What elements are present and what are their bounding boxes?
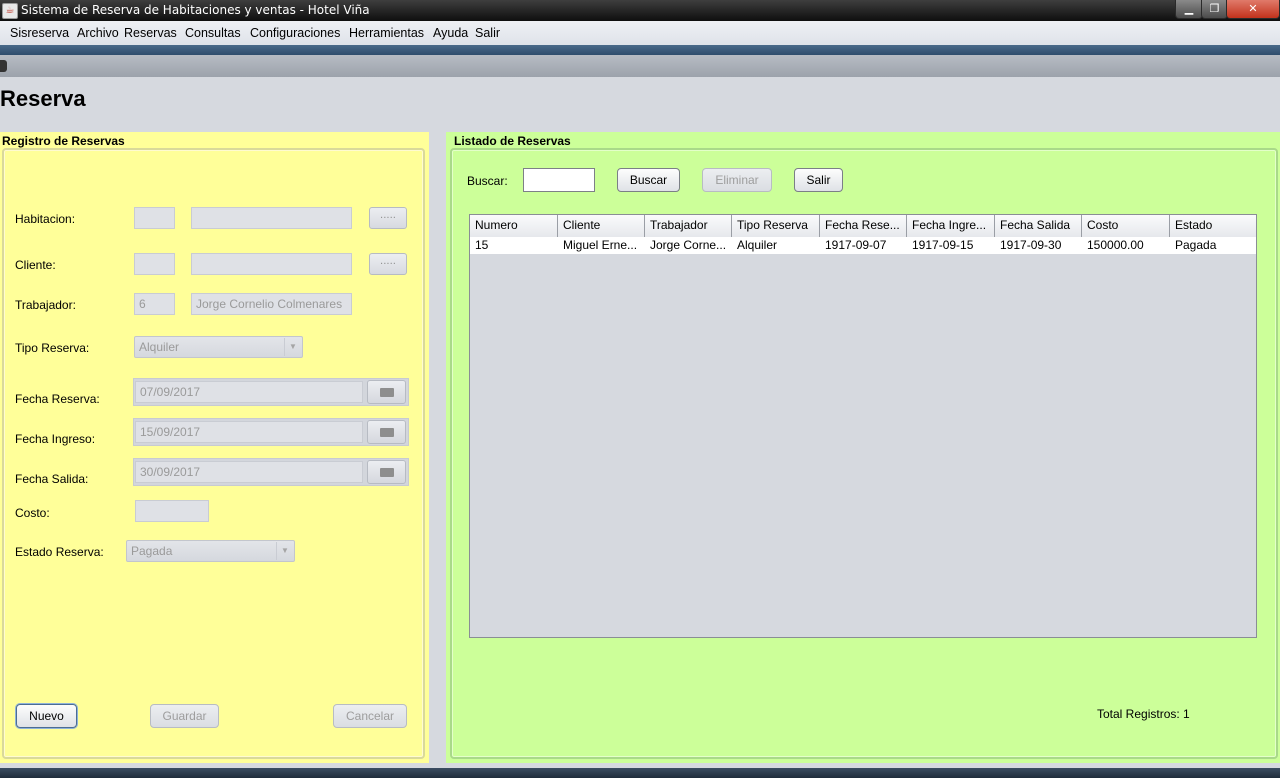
fecha-reserva-calendar-button[interactable] [367,380,406,404]
table-row[interactable]: 15 Miguel Erne... Jorge Corne... Alquile… [470,237,1256,254]
close-button[interactable]: ✕ [1226,0,1280,19]
column-trabajador[interactable]: Trabajador [645,215,732,237]
cell-costo: 150000.00 [1087,238,1144,252]
menu-archivo[interactable]: Archivo [77,26,119,40]
estado-reserva-label: Estado Reserva: [15,545,104,559]
fecha-ingreso-calendar-button[interactable] [367,420,406,444]
fecha-salida-picker: 30/09/2017 [133,458,409,486]
cell-fecha-salida: 1917-09-30 [1000,238,1062,252]
costo-field[interactable] [135,500,209,522]
calendar-icon [380,388,394,397]
cliente-desc-field[interactable] [191,253,352,275]
estado-reserva-select[interactable]: Pagada ▼ [126,540,295,562]
internal-frame-titlebar [0,55,1280,77]
column-cliente[interactable]: Cliente [558,215,645,237]
desktop-strip [0,45,1280,55]
column-numero[interactable]: Numero [470,215,558,237]
buscar-button[interactable]: Buscar [617,168,680,192]
fecha-reserva-input[interactable]: 07/09/2017 [135,381,363,403]
cell-fecha-ingreso: 1917-09-15 [912,238,974,252]
estado-reserva-value: Pagada [131,544,173,558]
fecha-reserva-picker: 07/09/2017 [133,378,409,406]
habitacion-id-field[interactable] [134,207,175,229]
eliminar-button[interactable]: Eliminar [702,168,772,192]
chevron-down-icon: ▼ [284,338,301,356]
cliente-label: Cliente: [15,258,56,272]
column-tipo-reserva[interactable]: Tipo Reserva [732,215,820,237]
menu-reservas[interactable]: Reservas [124,26,177,40]
trabajador-id-field[interactable]: 6 [134,293,175,315]
title-bar: ☕ Sistema de Reserva de Habitaciones y v… [0,0,1280,21]
tipo-reserva-label: Tipo Reserva: [15,341,90,355]
cell-fecha-reserva: 1917-09-07 [825,238,887,252]
guardar-button[interactable]: Guardar [150,704,219,728]
java-app-icon: ☕ [2,3,18,19]
nuevo-button[interactable]: Nuevo [16,704,77,728]
minimize-button[interactable]: ▁ [1175,0,1203,19]
menu-sisreserva[interactable]: Sisreserva [10,26,69,40]
fecha-salida-label: Fecha Salida: [15,472,89,486]
cell-numero: 15 [475,238,489,252]
tipo-reserva-value: Alquiler [139,340,180,354]
maximize-button[interactable]: ❐ [1201,0,1228,19]
calendar-icon [380,428,394,437]
cliente-lookup-button[interactable]: ..... [369,253,407,275]
fecha-salida-calendar-button[interactable] [367,460,406,484]
trabajador-label: Trabajador: [15,298,76,312]
menu-configuraciones[interactable]: Configuraciones [250,26,340,40]
tipo-reserva-select[interactable]: Alquiler ▼ [134,336,303,358]
cliente-id-field[interactable] [134,253,175,275]
cell-cliente: Miguel Erne... [563,238,638,252]
trabajador-name-field[interactable]: Jorge Cornelio Colmenares [191,293,352,315]
cancelar-button[interactable]: Cancelar [333,704,407,728]
costo-label: Costo: [15,506,50,520]
menu-bar: Sisreserva Archivo Reservas Consultas Co… [0,21,1280,45]
column-fecha-reserva[interactable]: Fecha Rese... [820,215,907,237]
search-input[interactable] [523,168,595,192]
menu-salir[interactable]: Salir [475,26,500,40]
cell-tipo-reserva: Alquiler [737,238,778,252]
table-header: Numero Cliente Trabajador Tipo Reserva F… [470,215,1256,238]
total-registros: Total Registros: 1 [1097,707,1190,721]
habitacion-desc-field[interactable] [191,207,352,229]
fecha-ingreso-label: Fecha Ingreso: [15,432,96,446]
habitacion-lookup-button[interactable]: ..... [369,207,407,229]
listado-title: Listado de Reservas [454,134,571,148]
registro-panel-border [2,148,425,759]
column-costo[interactable]: Costo [1082,215,1170,237]
fecha-ingreso-input[interactable]: 15/09/2017 [135,421,363,443]
salir-button[interactable]: Salir [794,168,843,192]
chevron-down-icon: ▼ [276,542,293,560]
page-title: Reserva [0,86,86,111]
cell-trabajador: Jorge Corne... [650,238,727,252]
menu-consultas[interactable]: Consultas [185,26,241,40]
calendar-icon [380,468,394,477]
fecha-ingreso-picker: 15/09/2017 [133,418,409,446]
cell-estado: Pagada [1175,238,1217,252]
fecha-reserva-label: Fecha Reserva: [15,392,100,406]
column-estado[interactable]: Estado [1170,215,1256,237]
taskbar-strip [0,768,1280,778]
column-fecha-ingreso[interactable]: Fecha Ingre... [907,215,995,237]
fecha-salida-input[interactable]: 30/09/2017 [135,461,363,483]
frame-menu-icon[interactable] [0,60,7,72]
window-title: Sistema de Reserva de Habitaciones y ven… [21,3,370,17]
menu-ayuda[interactable]: Ayuda [433,26,468,40]
buscar-label: Buscar: [467,174,508,188]
menu-herramientas[interactable]: Herramientas [349,26,424,40]
registro-title: Registro de Reservas [2,134,125,148]
habitacion-label: Habitacion: [15,212,76,226]
column-fecha-salida[interactable]: Fecha Salida [995,215,1082,237]
reservas-table[interactable]: Numero Cliente Trabajador Tipo Reserva F… [469,214,1257,638]
